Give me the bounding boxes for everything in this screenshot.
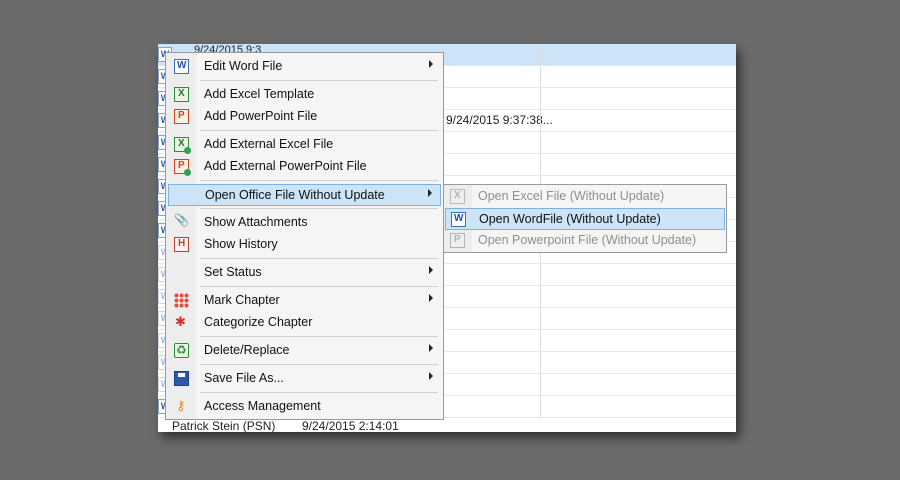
table-row[interactable]: Patrick Stein (PSN) 9/24/2015 2:14:01	[158, 418, 736, 432]
word-icon	[174, 59, 189, 74]
column-divider	[540, 396, 541, 417]
menu-separator	[200, 130, 438, 131]
menu-item-add-external-excel-file[interactable]: Add External Excel File	[168, 134, 441, 156]
categorize-icon	[174, 314, 189, 330]
menu-item-label: Open Office File Without Update	[205, 188, 385, 202]
menu-item-open-office-file-without-update[interactable]: Open Office File Without Update	[168, 184, 441, 206]
column-divider	[540, 330, 541, 351]
submenu-item-open-word-file[interactable]: Open WordFile (Without Update)	[445, 208, 725, 230]
color-grid-icon	[174, 293, 189, 308]
menu-separator	[200, 208, 438, 209]
menu-item-label: Show History	[204, 237, 278, 251]
menu-item-label: Add Excel Template	[204, 87, 315, 101]
history-icon	[174, 237, 189, 252]
menu-item-save-file-as[interactable]: Save File As...	[168, 368, 441, 390]
menu-item-set-status[interactable]: Set Status	[168, 262, 441, 284]
submenu-item-label: Open Powerpoint File (Without Update)	[478, 233, 697, 247]
menu-item-access-management[interactable]: Access Management	[168, 396, 441, 418]
submenu-item-label: Open WordFile (Without Update)	[479, 212, 661, 226]
menu-item-label: Edit Word File	[204, 59, 283, 73]
menu-item-label: Save File As...	[204, 371, 284, 385]
open-office-submenu: Open Excel File (Without Update) Open Wo…	[443, 184, 727, 253]
menu-item-label: Show Attachments	[204, 215, 308, 229]
submenu-arrow-icon	[429, 294, 433, 302]
menu-item-label: Add External PowerPoint File	[204, 159, 367, 173]
submenu-arrow-icon	[429, 60, 433, 68]
column-divider	[540, 308, 541, 329]
column-divider	[540, 374, 541, 395]
menu-item-add-external-powerpoint-file[interactable]: Add External PowerPoint File	[168, 156, 441, 178]
menu-item-add-powerpoint-file[interactable]: Add PowerPoint File	[168, 106, 441, 128]
column-divider	[540, 264, 541, 285]
submenu-item-open-powerpoint-file[interactable]: Open Powerpoint File (Without Update)	[445, 230, 725, 252]
powerpoint-add-icon	[174, 159, 191, 176]
excel-icon	[450, 189, 465, 204]
row-timestamp: 9/24/2015 9:37:38...	[446, 113, 553, 127]
context-menu: Edit Word File Add Excel Template Add Po…	[165, 52, 444, 420]
menu-separator	[200, 180, 438, 181]
column-divider	[540, 352, 541, 373]
menu-item-label: Set Status	[204, 265, 262, 279]
excel-icon	[174, 87, 189, 102]
row-timestamp: 9/24/2015 2:14:01	[302, 419, 399, 432]
row-author: Patrick Stein (PSN)	[172, 419, 276, 432]
paperclip-icon	[174, 213, 189, 230]
submenu-item-label: Open Excel File (Without Update)	[478, 189, 665, 203]
menu-item-label: Delete/Replace	[204, 343, 290, 357]
menu-item-categorize-chapter[interactable]: Categorize Chapter	[168, 312, 441, 334]
excel-add-icon	[174, 137, 191, 154]
column-divider	[540, 154, 541, 175]
column-divider	[540, 88, 541, 109]
powerpoint-icon	[450, 233, 465, 248]
column-divider	[540, 286, 541, 307]
submenu-arrow-icon	[428, 189, 432, 197]
menu-item-show-attachments[interactable]: Show Attachments	[168, 212, 441, 234]
menu-item-add-excel-template[interactable]: Add Excel Template	[168, 84, 441, 106]
submenu-item-open-excel-file[interactable]: Open Excel File (Without Update)	[445, 186, 725, 208]
powerpoint-icon	[174, 109, 189, 124]
submenu-arrow-icon	[429, 372, 433, 380]
submenu-arrow-icon	[429, 266, 433, 274]
column-divider	[540, 44, 541, 65]
menu-item-label: Access Management	[204, 399, 321, 413]
menu-item-label: Mark Chapter	[204, 293, 280, 307]
key-icon	[174, 398, 189, 414]
save-icon	[174, 371, 189, 386]
menu-separator	[200, 286, 438, 287]
menu-item-delete-replace[interactable]: Delete/Replace	[168, 340, 441, 362]
submenu-arrow-icon	[429, 344, 433, 352]
menu-item-edit-word-file[interactable]: Edit Word File	[168, 56, 441, 78]
menu-item-label: Add External Excel File	[204, 137, 334, 151]
menu-item-show-history[interactable]: Show History	[168, 234, 441, 256]
menu-separator	[200, 392, 438, 393]
menu-item-label: Add PowerPoint File	[204, 109, 318, 123]
column-divider	[540, 66, 541, 87]
menu-item-label: Categorize Chapter	[204, 315, 313, 329]
column-divider	[540, 110, 541, 131]
word-icon	[451, 212, 466, 227]
menu-separator	[200, 80, 438, 81]
menu-item-mark-chapter[interactable]: Mark Chapter	[168, 290, 441, 312]
menu-separator	[200, 258, 438, 259]
column-divider	[540, 132, 541, 153]
recycle-icon	[174, 343, 189, 358]
menu-separator	[200, 336, 438, 337]
menu-separator	[200, 364, 438, 365]
